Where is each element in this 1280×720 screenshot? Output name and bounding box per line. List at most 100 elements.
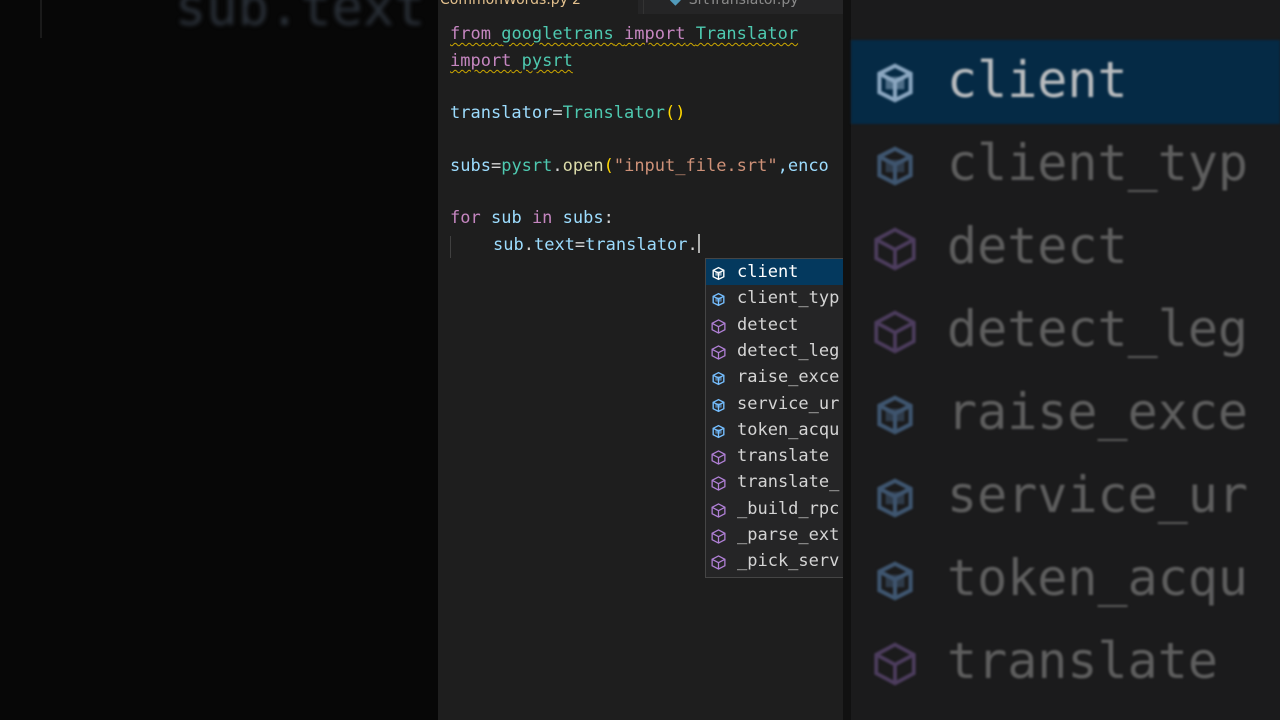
suggestion-label: _parse_ext [737, 525, 840, 545]
suggestion-item[interactable]: detect [706, 312, 843, 338]
method-icon [710, 448, 727, 465]
zoomed-suggestion-label: raise_exce [947, 383, 1249, 441]
ghost-divider [40, 0, 42, 38]
code-line-1[interactable]: from googletrans import Translator [450, 23, 798, 45]
suggestion-label: _build_rpc [737, 498, 840, 519]
variable: translator [585, 235, 688, 255]
attribute: text [533, 235, 575, 255]
method-icon [865, 639, 925, 689]
suggestion-item[interactable]: service_ur [706, 391, 843, 417]
method-icon [710, 501, 727, 518]
suggestion-item[interactable]: client [706, 259, 843, 285]
function-name: open [562, 156, 604, 176]
zoomed-suggestion-label: client_typ [947, 134, 1249, 192]
suggestion-item[interactable]: _build_rpc [706, 496, 843, 522]
zoomed-suggestion-item: detect [851, 206, 1280, 290]
suggestion-widget[interactable]: client client_typdetect detect_leg raise_ex… [705, 258, 843, 578]
field-icon [865, 390, 925, 440]
bracket: ( [603, 156, 614, 176]
field-icon [710, 264, 727, 281]
zoomed-suggestion-item: client [851, 40, 1280, 124]
variable: subs [562, 208, 604, 228]
operator: = [490, 156, 502, 176]
method-icon [865, 307, 925, 357]
keyword: from [450, 24, 491, 44]
method-icon [710, 553, 727, 571]
code-line-4[interactable]: translator=Translator() [450, 102, 685, 124]
field-icon [865, 473, 925, 523]
zoomed-suggestion-item: token_acqu [851, 538, 1280, 622]
brackets: () [664, 103, 686, 123]
dot: . [552, 156, 563, 176]
tab-modified-marker: 2 [571, 0, 581, 8]
suggestion-label: client_typ [737, 288, 840, 309]
zoomed-suggestion-panel: client client_typdetect detect_leg raise_ex… [843, 0, 1280, 720]
suggestion-label: _pick_serv [737, 551, 840, 572]
keyword: import [450, 51, 512, 71]
code-line-6[interactable]: subs=pysrt.open("input_file.srt",enco [450, 155, 829, 177]
tab-label: CommonWords.py [440, 0, 568, 8]
suggestion-label: detect [737, 314, 799, 335]
field-icon [710, 290, 727, 307]
suggestion-item[interactable]: _pick_serv [706, 548, 843, 574]
tab-bar: CommonWords.py 2 ◆ SrtTranslator.py [438, 0, 843, 14]
suggestion-label: client [737, 262, 799, 282]
class-name: Translator [695, 24, 799, 44]
zoomed-suggestion-label: detect [947, 217, 1128, 275]
zoomed-suggestion-label: translate [947, 632, 1218, 690]
tab-srttranslator[interactable]: ◆ SrtTranslator.py [643, 0, 843, 14]
suggestion-item[interactable]: translate_ [706, 469, 843, 495]
tab-commonwords[interactable]: CommonWords.py 2 [438, 0, 638, 14]
zoomed-suggestion-item: raise_exce [851, 372, 1280, 456]
field-icon [710, 422, 727, 439]
field-icon [710, 396, 727, 413]
zoomed-suggestion-label: client [947, 51, 1128, 109]
field-icon [865, 556, 925, 606]
python-file-icon: ◆ [670, 0, 681, 8]
suggestion-item[interactable]: _parse_ext [706, 522, 843, 548]
zoomed-suggestion-label: token_acqu [947, 549, 1249, 607]
zoomed-suggestion-label: service_ur [947, 466, 1249, 524]
zoomed-suggestion-item: client_typ [851, 123, 1280, 207]
class-name: Translator [562, 103, 665, 123]
suggestion-item[interactable]: raise_exce [706, 364, 843, 390]
suggestion-label: translate [737, 446, 830, 467]
text-cursor [697, 234, 700, 253]
suggestion-label: detect_leg [737, 340, 840, 361]
code-editor[interactable]: CommonWords.py 2 ◆ SrtTranslator.py from g… [438, 0, 843, 720]
module-name: pysrt [501, 156, 553, 176]
zoomed-suggestion-item: translate [851, 621, 1280, 705]
dot: . [523, 235, 534, 255]
operator: = [552, 103, 563, 123]
field-icon [865, 141, 925, 191]
indent-guide [450, 236, 451, 258]
code-line-2[interactable]: import pysrt [450, 50, 573, 72]
colon: : [603, 208, 614, 228]
left-blurred-background: sub.text [0, 0, 438, 720]
suggestion-label: raise_exce [737, 367, 840, 388]
argument-fragment: ,enco [777, 156, 829, 176]
zoomed-suggestion-label: detect_leg [947, 300, 1249, 358]
ghost-code-text: sub.text [175, 0, 426, 38]
method-icon [710, 317, 727, 334]
suggestion-item[interactable]: detect_leg [706, 338, 843, 364]
suggestion-item[interactable]: translate [706, 443, 843, 469]
suggestion-item[interactable]: client_typ [706, 285, 843, 311]
zoomed-suggestion-item: detect_leg [851, 289, 1280, 373]
field-icon [865, 58, 925, 108]
variable: translator [450, 103, 553, 123]
suggestion-label: translate_ [737, 472, 840, 493]
suggestion-label: token_acqu [737, 419, 840, 440]
method-icon [710, 343, 727, 360]
code-line-9[interactable]: sub.text=translator. [493, 234, 700, 256]
keyword: for [450, 208, 481, 228]
zoomed-suggestion-item: service_ur [851, 455, 1280, 539]
variable: subs [450, 156, 491, 176]
code-line-8[interactable]: for sub in subs: [450, 207, 614, 229]
method-icon [865, 224, 925, 274]
suggestion-label: service_ur [737, 393, 840, 414]
operator: = [574, 235, 586, 255]
variable: sub [493, 235, 524, 255]
suggestion-item[interactable]: token_acqu [706, 417, 843, 443]
method-icon [710, 474, 727, 492]
